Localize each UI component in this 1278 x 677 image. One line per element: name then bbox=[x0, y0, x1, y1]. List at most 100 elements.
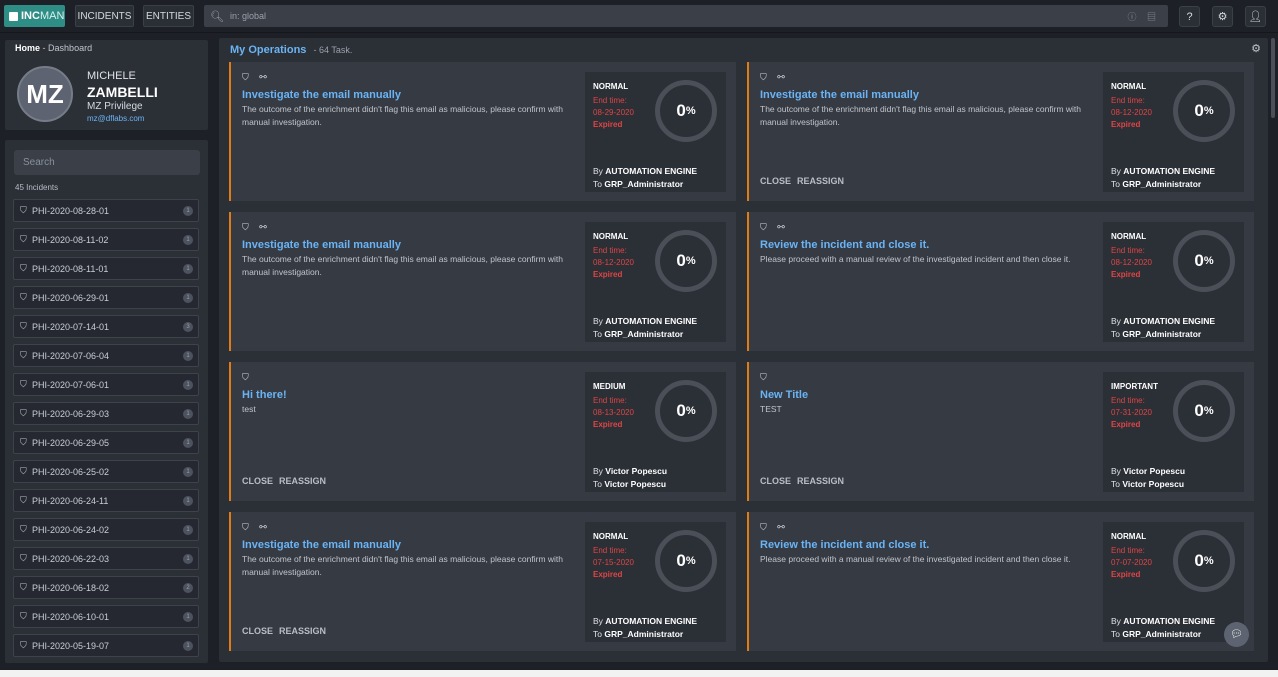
close-button[interactable]: CLOSE bbox=[242, 476, 273, 486]
assignee-name: GRP_Administrator bbox=[1122, 329, 1202, 339]
incident-list-item[interactable]: ⛉ PHI-2020-05-19-07 1 bbox=[13, 634, 199, 657]
incident-task-count: 1 bbox=[183, 496, 193, 506]
task-card[interactable]: ⛉ ⚯ Investigate the email manually The out… bbox=[229, 212, 736, 351]
incident-search-input[interactable]: Search bbox=[14, 150, 200, 175]
incident-list-item[interactable]: ⛉ PHI-2020-06-29-01 1 bbox=[13, 286, 199, 309]
gear-icon[interactable]: ⚙ bbox=[1212, 6, 1233, 27]
progress-ring: 0% bbox=[655, 80, 717, 142]
incident-id: PHI-2020-06-25-02 bbox=[32, 466, 110, 477]
incidents-nav-button[interactable]: INCIDENTS bbox=[75, 5, 134, 27]
incident-id: PHI-2020-06-10-01 bbox=[32, 611, 110, 622]
incident-list-item[interactable]: ⛉ PHI-2020-06-22-03 1 bbox=[13, 547, 199, 570]
task-title[interactable]: Hi there! bbox=[242, 389, 287, 401]
app-logo[interactable]: INC MAN bbox=[4, 5, 65, 27]
shield-icon: ⛉ bbox=[20, 582, 27, 592]
task-title[interactable]: Review the incident and close it. bbox=[760, 239, 929, 251]
incident-list-item[interactable]: ⛉ PHI-2020-07-06-01 1 bbox=[13, 373, 199, 396]
entities-nav-button[interactable]: ENTITIES bbox=[143, 5, 194, 27]
incident-id: PHI-2020-06-24-02 bbox=[32, 524, 110, 535]
task-description: The outcome of the enrichment didn't fla… bbox=[242, 554, 563, 577]
operations-header: My Operations - 64 Task. bbox=[230, 44, 352, 56]
creator-name: AUTOMATION ENGINE bbox=[1123, 166, 1216, 176]
task-title[interactable]: Review the incident and close it. bbox=[760, 539, 929, 551]
close-button[interactable]: CLOSE bbox=[760, 176, 791, 186]
task-title[interactable]: Investigate the email manually bbox=[242, 89, 401, 101]
incident-list-item[interactable]: ⛉ PHI-2020-06-25-02 1 bbox=[13, 460, 199, 483]
scrollbar[interactable] bbox=[1270, 38, 1276, 662]
by-label: By bbox=[593, 316, 603, 326]
task-priority: MEDIUM bbox=[593, 382, 626, 391]
incident-task-count: 3 bbox=[183, 322, 193, 332]
incident-task-count: 1 bbox=[183, 351, 193, 361]
incident-count: 45 Incidents bbox=[15, 183, 59, 192]
task-type-icons: ⛉ ⚯ bbox=[760, 522, 789, 532]
by-label: By bbox=[593, 166, 603, 176]
help-icon[interactable]: ? bbox=[1179, 6, 1200, 27]
task-title[interactable]: Investigate the email manually bbox=[242, 239, 401, 251]
panel-settings-icon[interactable]: ⚙ bbox=[1251, 42, 1261, 55]
chat-icon[interactable]: 💬︎ bbox=[1224, 622, 1249, 647]
expired-status: Expired bbox=[1111, 570, 1141, 579]
reassign-button[interactable]: REASSIGN bbox=[279, 626, 326, 636]
avatar[interactable]: MZ bbox=[17, 66, 73, 122]
creator-name: AUTOMATION ENGINE bbox=[605, 616, 698, 626]
task-card[interactable]: ⛉ ⚯ Investigate the email manually The out… bbox=[229, 512, 736, 651]
task-title[interactable]: Investigate the email manually bbox=[760, 89, 919, 101]
incident-list-item[interactable]: ⛉ PHI-2020-07-14-01 3 bbox=[13, 315, 199, 338]
incident-list-item[interactable]: ⛉ PHI-2020-06-10-01 1 bbox=[13, 605, 199, 628]
task-card[interactable]: ⛉ ⚯ Investigate the email manually The out… bbox=[229, 62, 736, 201]
progress-ring: 0% bbox=[1173, 530, 1235, 592]
shield-icon: ⛉ bbox=[20, 437, 27, 447]
incident-list-item[interactable]: ⛉ PHI-2020-07-06-04 1 bbox=[13, 344, 199, 367]
end-time-label: End time: bbox=[593, 96, 627, 105]
creator-name: AUTOMATION ENGINE bbox=[605, 316, 698, 326]
task-description: The outcome of the enrichment didn't fla… bbox=[242, 104, 563, 127]
to-label: To bbox=[593, 329, 602, 339]
logo-icon bbox=[9, 11, 18, 21]
incident-list-item[interactable]: ⛉ PHI-2020-08-11-02 1 bbox=[13, 228, 199, 251]
task-description: The outcome of the enrichment didn't fla… bbox=[760, 104, 1081, 127]
incident-list-item[interactable]: ⛉ PHI-2020-06-29-03 1 bbox=[13, 402, 199, 425]
breadcrumb-home[interactable]: Home bbox=[15, 43, 40, 53]
shield-icon: ⛉ bbox=[20, 379, 27, 389]
incident-list-item[interactable]: ⛉ PHI-2020-06-24-11 1 bbox=[13, 489, 199, 512]
reassign-button[interactable]: REASSIGN bbox=[279, 476, 326, 486]
user-icon[interactable]: 👤︎ bbox=[1245, 6, 1266, 27]
search-options-icons[interactable]: ⓘ ▤ bbox=[1127, 10, 1160, 23]
end-time-label: End time: bbox=[1111, 546, 1145, 555]
task-card[interactable]: ⛉ ⚯ Investigate the email manually The out… bbox=[747, 62, 1254, 201]
assignee-name: GRP_Administrator bbox=[1122, 629, 1202, 639]
incident-list-item[interactable]: ⛉ PHI-2020-08-11-01 1 bbox=[13, 257, 199, 280]
task-priority: NORMAL bbox=[593, 82, 629, 91]
breadcrumb: Home - Dashboard bbox=[15, 43, 92, 53]
task-card[interactable]: ⛉ Hi there! test CLOSE REASSIGN MEDIUM End tim… bbox=[229, 362, 736, 501]
incident-list-item[interactable]: ⛉ PHI-2020-08-28-01 1 bbox=[13, 199, 199, 222]
task-assignee: To Victor Popescu bbox=[593, 479, 666, 489]
global-search-input[interactable]: 🔍︎ in: global ⓘ ▤ bbox=[204, 5, 1168, 27]
end-time-label: End time: bbox=[1111, 396, 1145, 405]
task-creator: By Victor Popescu bbox=[593, 466, 667, 476]
close-button[interactable]: CLOSE bbox=[242, 626, 273, 636]
task-card[interactable]: ⛉ ⚯ Review the incident and close it. Plea… bbox=[747, 212, 1254, 351]
scrollbar-thumb[interactable] bbox=[1271, 38, 1275, 118]
creator-name: AUTOMATION ENGINE bbox=[1123, 316, 1216, 326]
task-priority: IMPORTANT bbox=[1111, 382, 1158, 391]
to-label: To bbox=[1111, 179, 1120, 189]
close-button[interactable]: CLOSE bbox=[760, 476, 791, 486]
task-card[interactable]: ⛉ ⚯ Review the incident and close it. Plea… bbox=[747, 512, 1254, 651]
reassign-button[interactable]: REASSIGN bbox=[797, 476, 844, 486]
shield-icon: ⛉ bbox=[20, 524, 27, 534]
shield-icon: ⛉ bbox=[20, 321, 27, 331]
search-scope-text: in: global bbox=[230, 11, 267, 21]
task-info-box: NORMAL End time: 08-12-2020 Expired 0% By AUT… bbox=[585, 222, 726, 342]
task-title[interactable]: New Title bbox=[760, 389, 808, 401]
reassign-button[interactable]: REASSIGN bbox=[797, 176, 844, 186]
user-email-link[interactable]: mz@dflabs.com bbox=[87, 114, 144, 123]
incident-list-item[interactable]: ⛉ PHI-2020-06-29-05 1 bbox=[13, 431, 199, 454]
end-time-label: End time: bbox=[593, 396, 627, 405]
task-card[interactable]: ⛉ New Title TEST CLOSE REASSIGN IMPORTANT End … bbox=[747, 362, 1254, 501]
incident-list-item[interactable]: ⛉ PHI-2020-06-24-02 1 bbox=[13, 518, 199, 541]
incident-list-item[interactable]: ⛉ PHI-2020-06-18-02 2 bbox=[13, 576, 199, 599]
end-time-value: 07-31-2020 bbox=[1111, 408, 1152, 417]
task-title[interactable]: Investigate the email manually bbox=[242, 539, 401, 551]
